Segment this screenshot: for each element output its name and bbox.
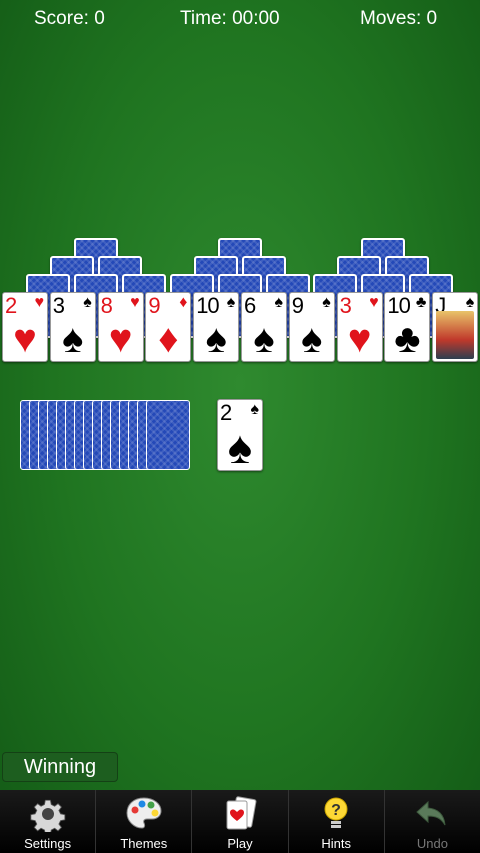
- suit-icon: ♠: [465, 294, 475, 311]
- suit-icon: ♥: [13, 317, 37, 361]
- tableau-card[interactable]: 2 ♥ ♥: [2, 292, 48, 362]
- tableau-card[interactable]: 10 ♣ ♣: [384, 292, 431, 362]
- stock-card-back: [146, 400, 190, 470]
- card-rank: 10: [196, 293, 220, 318]
- tableau-card[interactable]: 6 ♠ ♠: [241, 292, 287, 362]
- card-rank: 6: [244, 293, 256, 318]
- suit-icon: ♥: [34, 294, 45, 311]
- tableau-card[interactable]: 10 ♠ ♠: [193, 292, 240, 362]
- settings-label: Settings: [24, 836, 72, 851]
- tableau-card[interactable]: 9 ♦ ♦: [145, 292, 192, 362]
- jack-portrait-icon: [436, 311, 475, 359]
- spade-icon: ♠: [250, 401, 260, 418]
- card-rank: 2: [5, 293, 17, 318]
- card-rank: 3: [52, 293, 65, 318]
- undo-arrow-icon: [416, 800, 446, 826]
- hint-bulb-icon: ?: [324, 797, 348, 828]
- suit-icon: ♦: [158, 317, 179, 361]
- suit-icon: ♦: [179, 294, 188, 311]
- hints-button[interactable]: ? Hints: [289, 790, 385, 853]
- bottom-toolbar: Settings Themes Play ? Hints Undo: [0, 790, 480, 853]
- suit-icon: ♥: [369, 294, 379, 311]
- suit-icon: ♠: [83, 294, 92, 311]
- suit-icon: ♠: [301, 317, 323, 361]
- suit-icon: ♠: [253, 317, 275, 361]
- card-rank: 9: [148, 293, 160, 318]
- themes-label: Themes: [120, 836, 168, 851]
- card-rank: 10: [387, 293, 411, 318]
- hints-label: Hints: [321, 836, 352, 851]
- undo-label: Undo: [416, 836, 448, 851]
- tableau-card[interactable]: 3 ♠ ♠: [49, 292, 96, 362]
- themes-button[interactable]: Themes: [96, 790, 193, 853]
- card-rank: 3: [339, 293, 352, 318]
- card-rank: 8: [100, 293, 113, 318]
- card-rank: 9: [291, 293, 304, 318]
- moves-label: Moves: 0: [360, 8, 438, 29]
- suit-icon: ♠: [62, 317, 84, 361]
- cards-icon: [226, 796, 257, 830]
- suit-icon: ♠: [322, 294, 331, 311]
- palette-icon: [126, 797, 162, 829]
- winning-status-badge: Winning: [2, 752, 118, 782]
- suit-icon: ♣: [394, 317, 421, 361]
- score-label: Score: 0: [34, 8, 105, 29]
- play-button[interactable]: Play: [192, 790, 289, 853]
- play-label: Play: [227, 836, 253, 851]
- spade-icon: ♠: [227, 421, 253, 473]
- tableau-card[interactable]: 8 ♥ ♥: [97, 292, 144, 362]
- suit-icon: ♥: [130, 294, 140, 311]
- suit-icon: ♥: [347, 317, 372, 361]
- time-label: Time: 00:00: [180, 8, 280, 29]
- suit-icon: ♠: [226, 294, 236, 311]
- undo-button[interactable]: Undo: [385, 790, 480, 853]
- tableau-card[interactable]: 3 ♥ ♥: [336, 292, 383, 362]
- tableau-card[interactable]: J ♠: [432, 292, 479, 362]
- svg-text:?: ?: [331, 802, 341, 819]
- waste-pile-card[interactable]: 2 ♠ ♠: [217, 399, 263, 471]
- settings-button[interactable]: Settings: [0, 790, 97, 853]
- suit-icon: ♥: [108, 317, 133, 361]
- suit-icon: ♠: [205, 317, 227, 361]
- gear-icon: [30, 799, 65, 832]
- suit-icon: ♣: [415, 294, 427, 311]
- tableau-card[interactable]: 9 ♠ ♠: [288, 292, 335, 362]
- suit-icon: ♠: [274, 294, 284, 311]
